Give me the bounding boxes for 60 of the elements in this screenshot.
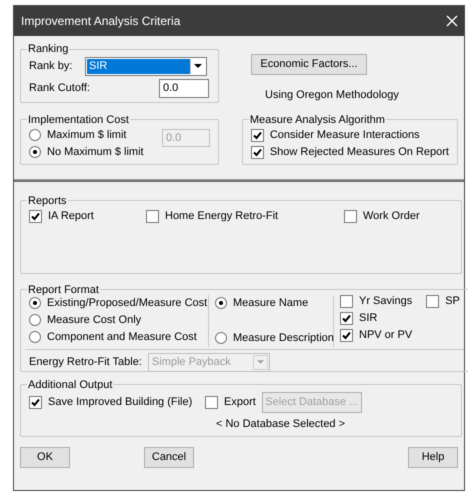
radio-button[interactable]	[29, 297, 41, 309]
checkbox-label: SP	[445, 294, 460, 309]
group-title: Measure Analysis Algorithm	[248, 112, 386, 126]
dialog-button[interactable]: Economic Factors...	[251, 54, 367, 75]
group-title: Report Format	[27, 282, 100, 296]
checkbox[interactable]	[29, 396, 42, 408]
window-title: Improvement Analysis Criteria	[21, 13, 180, 30]
checkbox-label: Export	[224, 394, 256, 410]
checkbox-label: Show Rejected Measures On Report	[270, 144, 449, 160]
checkbox-label: NPV or PV	[359, 328, 412, 343]
database-status: < No Database Selected >	[216, 416, 346, 432]
dropdown-value: Simple Payback	[150, 354, 232, 370]
radio-button[interactable]	[29, 331, 41, 343]
radio-label: Measure Name	[233, 296, 308, 311]
dialog-button[interactable]: Help	[408, 446, 458, 468]
radio-label: No Maximum $ limit	[47, 144, 144, 160]
checkbox-label: Consider Measure Interactions	[270, 128, 420, 143]
checkbox[interactable]	[29, 210, 42, 222]
radio-button[interactable]	[215, 332, 227, 344]
radio-label: Existing/Proposed/Measure Cost	[47, 296, 208, 311]
radio-button[interactable]	[29, 146, 41, 158]
group-title: Reports	[27, 194, 68, 208]
checkbox[interactable]	[344, 210, 357, 222]
dropdown-value: SIR	[87, 58, 190, 74]
field-label: Rank Cutoff:	[29, 80, 90, 96]
checkbox-label: Home Energy Retro-Fit	[165, 208, 278, 224]
field-label: Rank by:	[29, 58, 74, 74]
radio-label: Maximum $ limit	[47, 128, 126, 143]
checkbox[interactable]	[340, 312, 353, 324]
radio-button[interactable]	[29, 129, 41, 141]
group-title: Additional Output	[27, 378, 114, 392]
check-icon	[31, 212, 40, 220]
checkbox[interactable]	[205, 396, 218, 408]
checkbox[interactable]	[146, 210, 159, 222]
checkbox[interactable]	[250, 128, 264, 142]
radio-label: Measure Cost Only	[47, 312, 142, 328]
rank-by-dropdown[interactable]: SIR	[85, 56, 207, 76]
close-icon[interactable]	[446, 15, 458, 27]
checkbox-label: Yr Savings	[359, 294, 412, 309]
radio-button[interactable]	[29, 314, 41, 326]
radio-label: Component and Measure Cost	[47, 330, 197, 345]
methodology-note: Using Oregon Methodology	[265, 88, 399, 103]
field-label: Energy Retro-Fit Table:	[29, 354, 142, 370]
dialog-button[interactable]: OK	[20, 446, 70, 468]
checkbox-label: Work Order	[363, 208, 420, 224]
radio-button[interactable]	[215, 297, 227, 309]
checkbox[interactable]	[426, 294, 440, 308]
group-title: Implementation Cost	[27, 112, 130, 126]
check-icon	[31, 398, 40, 406]
checkbox-label: Save Improved Building (File)	[48, 394, 192, 410]
radio-label: Measure Description	[233, 330, 334, 346]
rank-cutoff-field[interactable]: 0.0	[159, 78, 209, 98]
checkbox[interactable]	[340, 328, 353, 342]
checkbox-label: IA Report	[48, 208, 94, 224]
checkbox[interactable]	[340, 294, 353, 308]
group-title: Ranking	[27, 42, 70, 56]
dropdown-arrow-icon	[190, 58, 205, 74]
dialog-button[interactable]: Cancel	[144, 446, 194, 468]
checkbox-label: SIR	[359, 310, 378, 326]
checkbox[interactable]	[250, 146, 264, 158]
